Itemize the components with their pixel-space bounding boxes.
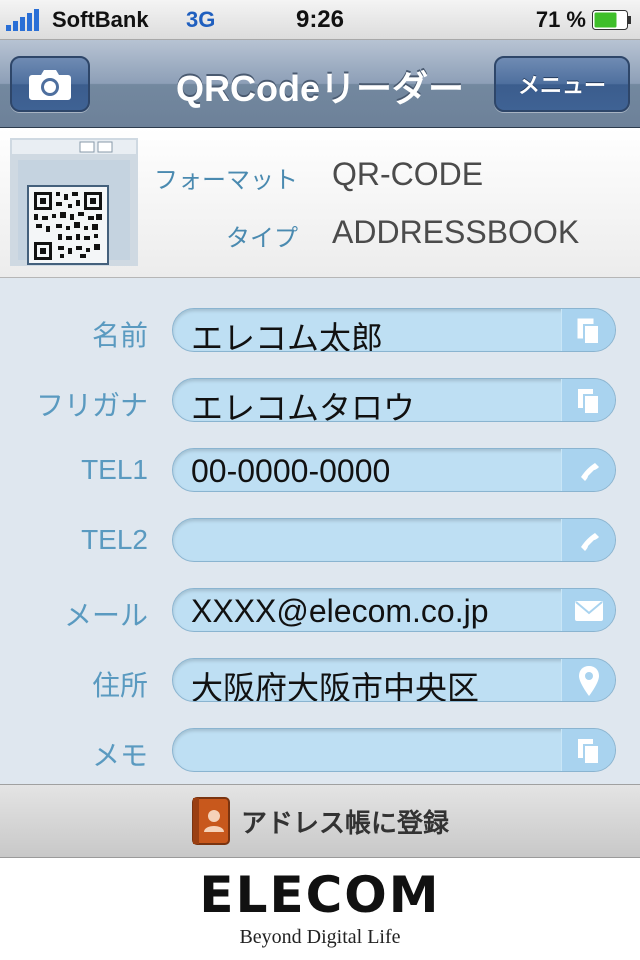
copy-icon (577, 318, 600, 345)
field-label-address: 住所 (91, 670, 148, 701)
qr-code-image (10, 138, 138, 266)
format-value: QR-CODE (332, 156, 484, 192)
battery-icon (592, 10, 631, 30)
tel2-field[interactable] (172, 518, 616, 562)
field-label-tel2: TEL2 (81, 524, 148, 555)
mail-field-value: XXXX@elecom.co.jp (191, 593, 489, 629)
scanned-qr-thumbnail (10, 138, 138, 266)
brand-logo: ELECOM (199, 866, 441, 924)
brand-tagline: Beyond Digital Life (239, 926, 401, 948)
address-field[interactable]: 大阪府大阪市中央区 (172, 658, 616, 702)
mail-field[interactable]: XXXX@elecom.co.jp (172, 588, 616, 632)
battery-percent: 71 % (535, 7, 586, 32)
copy-icon (577, 739, 600, 765)
name-field[interactable]: エレコム太郎 (172, 308, 616, 352)
scan-result-header: フォーマット QR-CODE タイプ ADDRESSBOOK (0, 128, 640, 278)
name-field-value: エレコム太郎 (191, 320, 384, 352)
status-bar: SoftBank 3G 9:26 71 % (0, 0, 640, 40)
navigation-bar: QRCodeリーダー メニュー (0, 40, 640, 128)
call-tel1-button[interactable] (561, 449, 615, 491)
copy-memo-button[interactable] (561, 729, 615, 771)
furigana-field[interactable]: エレコムタロウ (172, 378, 616, 422)
field-label-mail: メール (63, 600, 148, 631)
menu-button[interactable]: メニュー (494, 56, 630, 112)
send-mail-button[interactable] (561, 589, 615, 631)
copy-name-button[interactable] (561, 309, 615, 351)
format-label: フォーマット (154, 167, 298, 194)
tel1-field-value: 00-0000-0000 (191, 453, 391, 489)
type-label: タイプ (226, 225, 298, 252)
copy-icon (577, 389, 600, 415)
call-tel2-button[interactable] (561, 519, 615, 561)
phone-icon (580, 463, 599, 481)
field-label-name: 名前 (91, 320, 148, 351)
copy-furigana-button[interactable] (561, 379, 615, 421)
register-label: アドレス帳に登録 (240, 807, 449, 838)
type-value: ADDRESSBOOK (332, 214, 580, 250)
footer-brand: ELECOM Beyond Digital Life (0, 858, 640, 960)
address-book-icon (191, 797, 230, 845)
field-label-furigana: フリガナ (35, 390, 148, 421)
phone-icon (580, 533, 599, 551)
memo-field[interactable] (172, 728, 616, 772)
furigana-field-value: エレコムタロウ (191, 390, 416, 422)
field-label-memo: メモ (91, 740, 148, 771)
field-label-tel1: TEL1 (81, 454, 148, 485)
tel1-field[interactable]: 00-0000-0000 (172, 448, 616, 492)
register-to-address-book-button[interactable]: アドレス帳に登録 (0, 784, 640, 858)
map-pin-icon (578, 666, 599, 696)
open-map-button[interactable] (561, 659, 615, 701)
mail-icon (574, 601, 603, 621)
address-field-value: 大阪府大阪市中央区 (191, 670, 480, 702)
contact-form: 名前 エレコム太郎 フリガナ エレコムタロウ TEL1 00-0000-0000 (0, 278, 640, 784)
